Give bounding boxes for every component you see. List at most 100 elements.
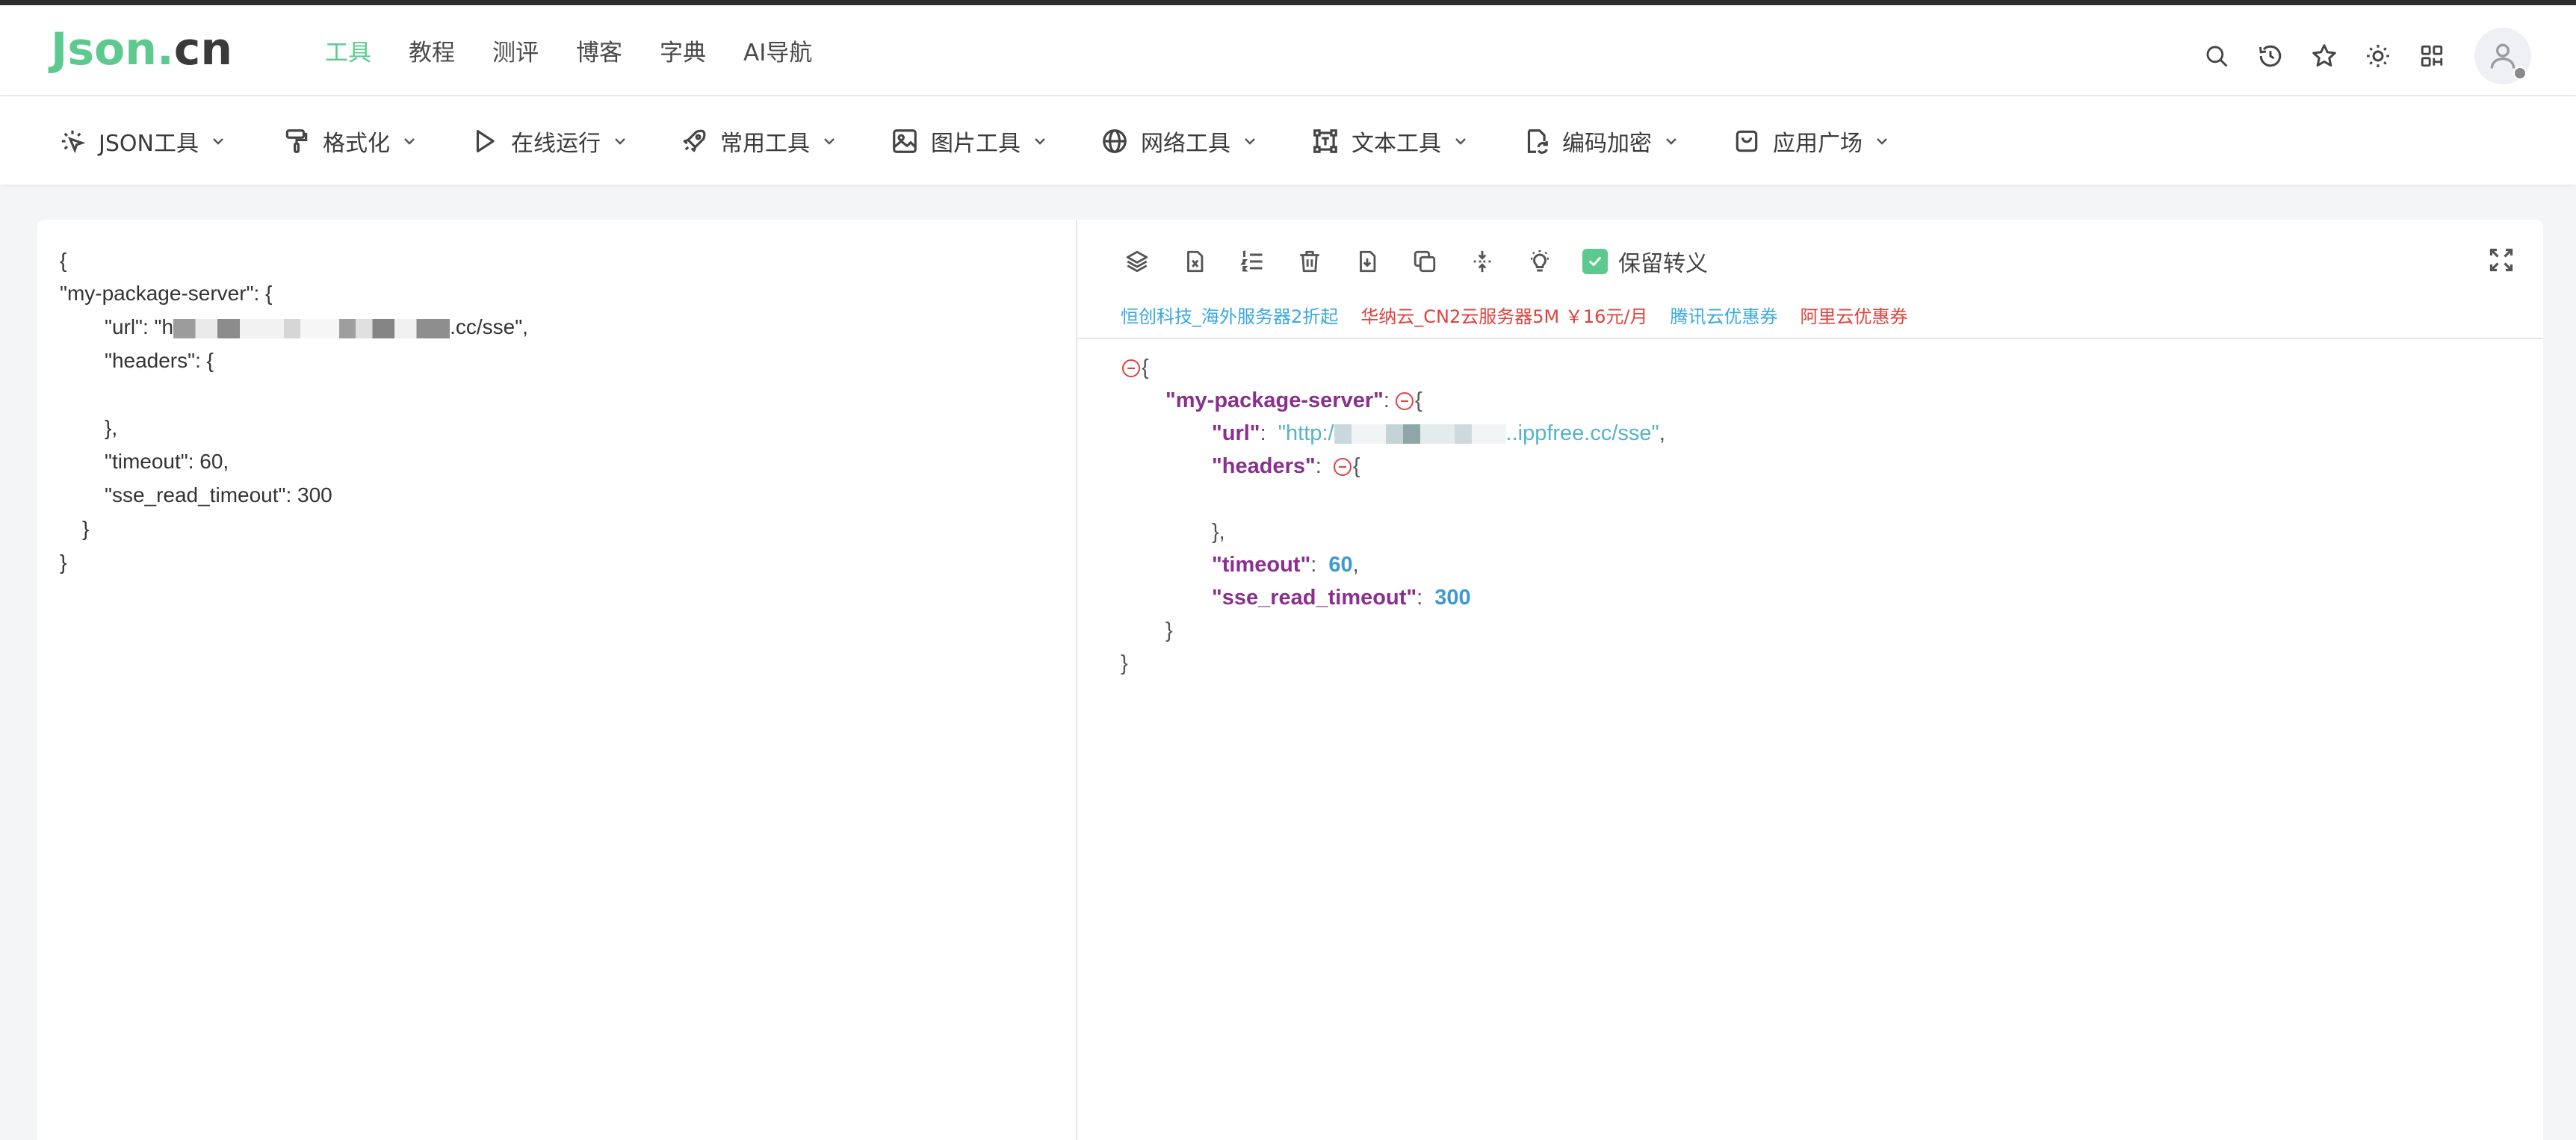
logo-cn: cn [174,23,232,75]
clear-file-icon[interactable] [1180,247,1210,276]
chevron-down-icon [1031,132,1049,150]
keep-escape-checkbox[interactable] [1582,249,1608,274]
search-icon[interactable] [2199,39,2234,73]
tree-key-sse: "sse_read_timeout" [1212,586,1417,610]
menu-format-label: 格式化 [323,125,390,158]
tree-timeout-row: "timeout": 60, [1212,548,1359,581]
menu-app-plaza[interactable]: 应用广场 [1733,125,1891,158]
menu-network-tools-label: 网络工具 [1141,125,1230,158]
tree-key-headers: "headers" [1212,454,1316,478]
menu-common-tools-label: 常用工具 [720,125,810,158]
redacted-text [1334,424,1506,444]
editor-line-7: "timeout": 60, [105,445,229,478]
user-avatar[interactable] [2474,28,2531,84]
chevron-down-icon [1873,132,1891,150]
tree-val-sse: 300 [1434,586,1470,610]
qr-icon[interactable] [2415,39,2449,73]
tree-root-close: } [1121,647,1128,680]
chevron-down-icon [1662,132,1680,150]
viewer-toolbar: 保留转义 [1122,245,1708,278]
logo-json: Json. [51,23,174,75]
nav-tools[interactable]: 工具 [325,35,371,71]
menu-format[interactable]: 格式化 [282,125,418,158]
trash-icon[interactable] [1295,247,1325,276]
sponsor-link-aliyun[interactable]: 阿里云优惠券 [1801,302,1908,328]
menu-text-tools[interactable]: 文本工具 [1311,125,1470,158]
globe-icon [1100,127,1129,155]
chevron-down-icon [820,132,838,150]
nav-dictionary[interactable]: 字典 [660,35,706,71]
menu-network-tools[interactable]: 网络工具 [1100,125,1259,158]
nav-blog[interactable]: 博客 [576,35,622,71]
collapse-toggle-icon[interactable] [1396,392,1414,410]
keep-escape-label[interactable]: 保留转义 [1618,245,1708,278]
chevron-down-icon [1452,132,1470,150]
site-header: Json.cn 工具 教程 测评 博客 字典 AI导航 [0,5,2576,96]
sponsor-links: 恒创科技_海外服务器2折起 华纳云_CN2云服务器5M ￥16元/月 腾讯云优惠… [1121,302,1931,328]
theme-sun-icon[interactable] [2361,39,2395,73]
header-actions [2180,28,2531,84]
menu-run-online[interactable]: 在线运行 [471,125,629,158]
editor-line-3: "url": "h.cc/sse", [105,311,528,344]
sponsor-link-huanayun[interactable]: 华纳云_CN2云服务器5M ￥16元/月 [1360,302,1647,328]
tree-key-server: "my-package-server" [1165,388,1384,412]
menu-text-tools-label: 文本工具 [1352,125,1441,158]
window-top-border [0,0,2576,5]
collapse-toggle-icon[interactable] [1122,359,1140,377]
menu-app-plaza-label: 应用广场 [1773,125,1863,158]
json-input-editor[interactable]: { "my-package-server": { "url": "h.cc/ss… [37,220,1077,1140]
shopping-bag-icon [1733,127,1761,155]
tree-server-row: "my-package-server": { [1165,384,1422,417]
nav-ai-navigation[interactable]: AI导航 [743,35,812,71]
sponsor-link-tencent[interactable]: 腾讯云优惠券 [1671,302,1778,328]
menu-encode-encrypt-label: 编码加密 [1562,125,1652,158]
copy-icon[interactable] [1410,247,1440,276]
site-logo[interactable]: Json.cn [51,23,232,75]
top-nav: 工具 教程 测评 博客 字典 AI导航 [325,35,849,71]
json-tree-viewer [1077,220,2543,1140]
tree-headers-row: "headers": { [1212,450,1360,483]
layers-icon[interactable] [1122,247,1152,276]
menu-common-tools[interactable]: 常用工具 [680,125,838,158]
menu-encode-encrypt[interactable]: 编码加密 [1522,125,1680,158]
editor-line-4: "headers": { [105,344,214,377]
tree-root-open: { [1122,351,1149,384]
play-icon [471,127,499,155]
redacted-text [173,319,450,338]
compress-icon[interactable] [1467,247,1497,276]
menu-image-tools[interactable]: 图片工具 [891,125,1049,158]
menu-image-tools-label: 图片工具 [931,125,1021,158]
rocket-icon [680,127,708,155]
nav-reviews[interactable]: 测评 [492,35,539,71]
fullscreen-icon[interactable] [2488,247,2518,276]
chevron-down-icon [1241,132,1259,150]
tree-key-url: "url" [1212,421,1260,445]
collapse-toggle-icon[interactable] [1334,458,1352,476]
check-icon [1587,253,1603,270]
chevron-down-icon [611,132,629,150]
history-icon[interactable] [2253,39,2288,73]
menu-run-online-label: 在线运行 [511,125,601,158]
sponsor-link-hengchuang[interactable]: 恒创科技_海外服务器2折起 [1121,302,1338,328]
tree-val-timeout: 60 [1328,553,1352,577]
line-numbers-icon[interactable] [1237,247,1267,276]
tree-url-end: ..ippfree.cc/sse" [1506,421,1659,445]
editor-line-10: } [60,546,66,579]
editor-line-1: { [60,244,66,277]
nav-tutorials[interactable]: 教程 [409,35,455,71]
cursor-click-icon [58,127,87,155]
image-icon [891,127,919,155]
chevron-down-icon [209,132,227,150]
lightbulb-icon[interactable] [1525,247,1555,276]
editor-line-6: }, [105,412,117,444]
editor-line-9: } [82,512,89,545]
tree-headers-close: }, [1212,515,1225,548]
status-dot [2513,66,2527,80]
star-icon[interactable] [2307,39,2341,73]
download-icon[interactable] [1352,247,1382,276]
viewer-divider [1077,338,2543,339]
chevron-down-icon [400,132,418,150]
menu-json-tools[interactable]: JSON工具 [58,125,227,158]
editor-url-key: "url": "h [105,315,173,338]
editor-line-8: "sse_read_timeout": 300 [105,479,332,512]
